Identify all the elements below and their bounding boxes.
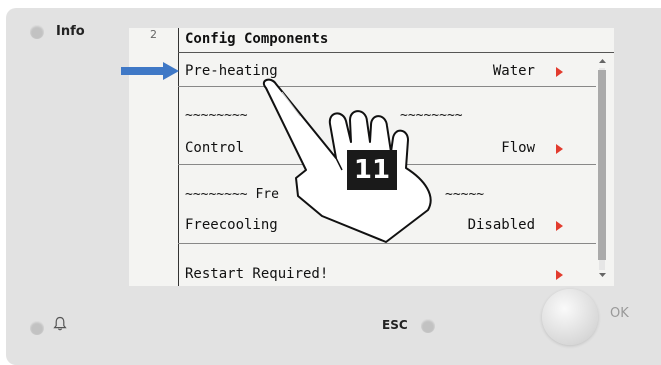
step-number-badge: 11 — [347, 150, 397, 190]
pointing-hand-icon — [262, 78, 432, 243]
